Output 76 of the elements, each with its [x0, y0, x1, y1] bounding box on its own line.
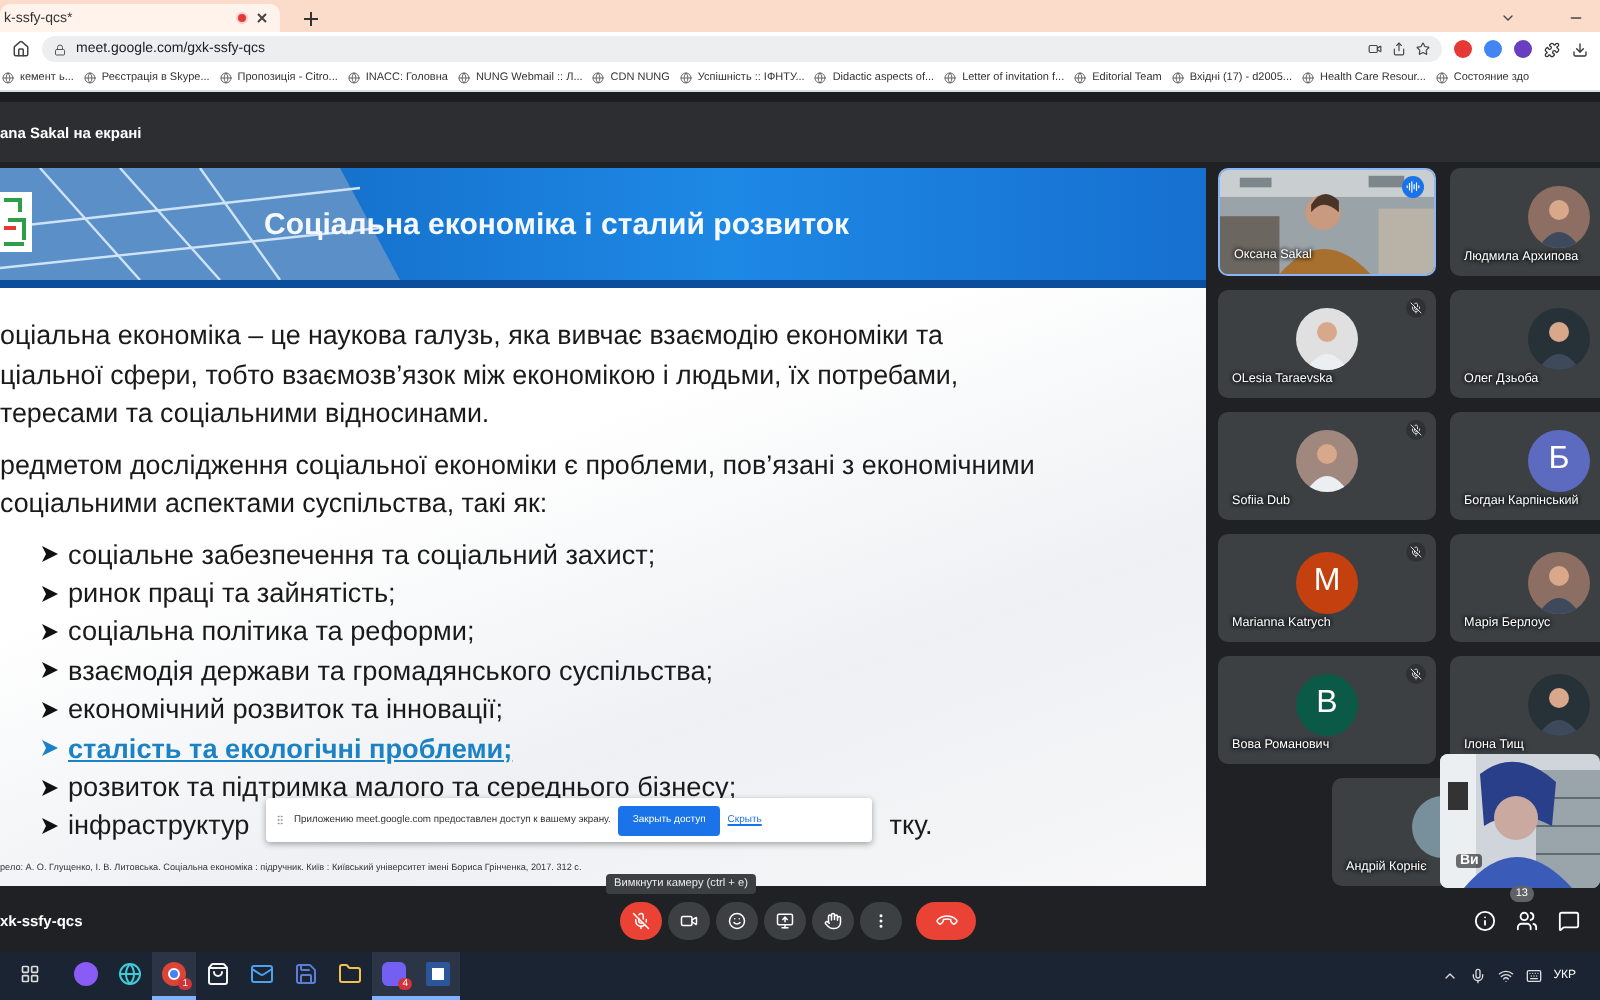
puzzle-icon[interactable] [1544, 41, 1560, 57]
globe-icon [814, 72, 827, 84]
globe-icon [679, 72, 692, 84]
globe-icon [83, 72, 96, 84]
bullet-text: тку. [889, 810, 933, 841]
smile-icon [728, 911, 746, 929]
slide-text: соціальними аспектами суспільства, такі як: [0, 486, 550, 522]
hand-icon [824, 911, 842, 929]
globe-icon [944, 72, 957, 84]
bullet-text: соціальне забезпечення та соціальний захист; [68, 539, 656, 570]
keyboard-icon[interactable] [1525, 968, 1542, 984]
arrow-bullet-icon [40, 699, 60, 720]
present-screen-icon [776, 911, 794, 929]
bullet-text: інфраструктур [68, 810, 250, 841]
camera-icon [1368, 42, 1382, 56]
reactions-button[interactable] [716, 901, 758, 939]
arrow-bullet-icon [40, 621, 60, 642]
present-button[interactable] [764, 901, 806, 939]
arrow-bullet-icon [40, 738, 60, 759]
globe-icon [2, 72, 14, 84]
chevron-down-icon[interactable] [1500, 10, 1516, 26]
folder-icon [338, 962, 362, 986]
camera-button[interactable] [668, 901, 710, 939]
share-icon[interactable] [1392, 42, 1406, 56]
slide-title: Соціальна економіка і сталий розвиток [264, 207, 850, 241]
taskbar-app[interactable] [416, 952, 460, 1000]
bullet-text: взаємодія держави та громадянського суспільства; [68, 655, 714, 686]
star-icon[interactable] [1416, 42, 1430, 56]
document-icon [426, 962, 450, 986]
leave-call-button[interactable] [916, 901, 976, 939]
globe-icon [592, 72, 605, 84]
arrow-bullet-icon [40, 583, 60, 604]
arrow-bullet-icon [40, 777, 60, 798]
globe-icon [219, 72, 232, 84]
slide-text: оціальна економіка – це наукова галузь, яка вивчає взаємодію економіки та [0, 318, 945, 354]
globe-icon [1302, 72, 1314, 84]
app-icon [74, 962, 98, 986]
chat-icon[interactable] [1558, 909, 1580, 931]
microphone-icon[interactable] [1469, 968, 1486, 984]
avatar: Б [1528, 429, 1590, 491]
mic-button[interactable] [620, 901, 662, 939]
globe-icon [1171, 72, 1184, 84]
mail-icon [250, 962, 274, 986]
globe-icon [457, 72, 470, 84]
arrow-bullet-icon [40, 544, 60, 565]
bullet-text: розвиток та підтримка малого та середнього бізнесу; [68, 772, 737, 803]
people-icon[interactable] [1516, 909, 1538, 931]
app-icon [382, 962, 406, 986]
slide-text: ціальної сфери, тобто взаємозв’язок між економікою і людьми, їх потребами, [0, 357, 961, 394]
avatar: M [1296, 551, 1358, 613]
arrow-bullet-icon [40, 660, 60, 681]
globe-icon [1074, 72, 1087, 84]
arrow-bullet-icon [40, 815, 60, 836]
chevron-up-icon[interactable] [1441, 968, 1458, 984]
microphone-off-icon [632, 911, 650, 929]
home-icon[interactable] [12, 40, 30, 58]
download-icon[interactable] [1572, 41, 1588, 57]
bullet-text: соціальна політика та реформи; [68, 616, 475, 647]
avatar: B [1296, 673, 1358, 735]
info-icon[interactable] [1474, 909, 1496, 931]
bullet-text: ринок праці та зайнятість; [68, 578, 396, 609]
new-tab-icon[interactable] [304, 12, 318, 26]
browser-icon [118, 962, 142, 986]
slide-text: тересами та соціальними відносинами. [0, 396, 492, 432]
globe-icon [347, 72, 360, 84]
browser-icon [162, 962, 186, 986]
lock-icon [54, 43, 66, 55]
floppy-icon [294, 962, 318, 986]
slide-text: редметом дослідження соціальної економіки є проблеми, пов’язані з економічними [0, 447, 1037, 484]
globe-icon [1435, 72, 1448, 84]
highlighted-bullet-text: сталість та екологічні проблеми; [68, 733, 513, 764]
bullet-text: економічний розвиток та інновації; [68, 694, 504, 725]
close-icon[interactable] [256, 12, 268, 24]
network-icon[interactable] [1497, 968, 1514, 984]
store-icon [206, 962, 230, 986]
camera-icon [680, 911, 698, 929]
